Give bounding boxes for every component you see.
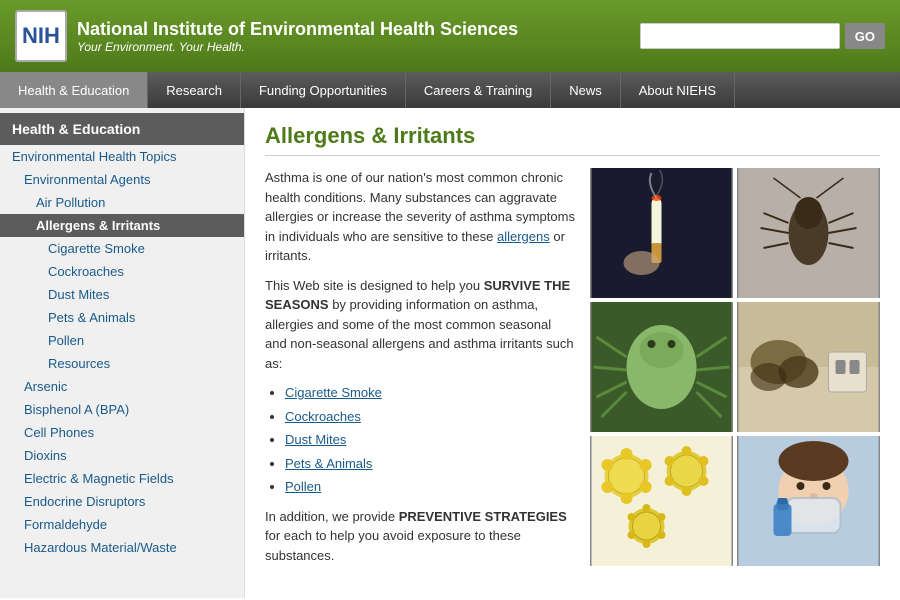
- nav-item-news[interactable]: News: [551, 72, 621, 108]
- sidebar-item-air-pollution[interactable]: Air Pollution: [0, 191, 244, 214]
- image-pollen: [590, 436, 733, 566]
- sidebar-item-cell-phones[interactable]: Cell Phones: [0, 421, 244, 444]
- sidebar-header: Health & Education: [0, 113, 244, 145]
- header-subtitle: Your Environment. Your Health.: [77, 40, 518, 54]
- list-item-pollen: Pollen: [285, 477, 575, 497]
- content-body: Asthma is one of our nation's most commo…: [265, 168, 880, 575]
- outro-paragraph: In addition, we provide PREVENTIVE STRAT…: [265, 507, 575, 566]
- list-item-cockroaches: Cockroaches: [285, 407, 575, 427]
- nav-item-research[interactable]: Research: [148, 72, 241, 108]
- sidebar-item-cigarette-smoke[interactable]: Cigarette Smoke: [0, 237, 244, 260]
- header-title: National Institute of Environmental Heal…: [77, 19, 518, 40]
- link-dust-mites[interactable]: Dust Mites: [285, 432, 346, 447]
- sidebar-item-cockroaches[interactable]: Cockroaches: [0, 260, 244, 283]
- main-nav: Health & Education Research Funding Oppo…: [0, 72, 900, 108]
- sidebar-item-resources[interactable]: Resources: [0, 352, 244, 375]
- nav-item-careers[interactable]: Careers & Training: [406, 72, 551, 108]
- link-pets-animals[interactable]: Pets & Animals: [285, 456, 372, 471]
- sidebar: Health & Education Environmental Health …: [0, 108, 245, 598]
- image-cigarette: [590, 168, 733, 298]
- link-cigarette-smoke[interactable]: Cigarette Smoke: [285, 385, 382, 400]
- content-text: Asthma is one of our nation's most commo…: [265, 168, 575, 575]
- sidebar-item-hazardous[interactable]: Hazardous Material/Waste: [0, 536, 244, 559]
- main-layout: Health & Education Environmental Health …: [0, 108, 900, 598]
- allergen-list: Cigarette Smoke Cockroaches Dust Mites P…: [285, 383, 575, 497]
- sidebar-item-formaldehyde[interactable]: Formaldehyde: [0, 513, 244, 536]
- intro-paragraph: Asthma is one of our nation's most commo…: [265, 168, 575, 266]
- image-dustmite: [590, 302, 733, 432]
- sidebar-item-pets-animals[interactable]: Pets & Animals: [0, 306, 244, 329]
- images-grid: [590, 168, 880, 575]
- nav-item-funding[interactable]: Funding Opportunities: [241, 72, 406, 108]
- list-item-pets: Pets & Animals: [285, 454, 575, 474]
- link-cockroaches[interactable]: Cockroaches: [285, 409, 361, 424]
- allergens-link[interactable]: allergens: [497, 229, 550, 244]
- preventive-bold: PREVENTIVE STRATEGIES: [399, 509, 567, 524]
- sidebar-item-arsenic[interactable]: Arsenic: [0, 375, 244, 398]
- sidebar-item-endocrine[interactable]: Endocrine Disruptors: [0, 490, 244, 513]
- link-pollen[interactable]: Pollen: [285, 479, 321, 494]
- image-mold: [737, 302, 880, 432]
- sidebar-item-env-agents[interactable]: Environmental Agents: [0, 168, 244, 191]
- image-cockroach: [737, 168, 880, 298]
- nih-logo: NIH: [15, 10, 67, 62]
- sidebar-item-bpa[interactable]: Bisphenol A (BPA): [0, 398, 244, 421]
- sidebar-item-emf[interactable]: Electric & Magnetic Fields: [0, 467, 244, 490]
- header: NIH National Institute of Environmental …: [0, 0, 900, 72]
- survive-paragraph: This Web site is designed to help you SU…: [265, 276, 575, 374]
- search-area: GO: [640, 23, 885, 49]
- survive-bold: SURVIVE THE SEASONS: [265, 278, 570, 313]
- sidebar-item-pollen[interactable]: Pollen: [0, 329, 244, 352]
- nav-item-health-education[interactable]: Health & Education: [0, 72, 148, 108]
- content-area: Allergens & Irritants Asthma is one of o…: [245, 108, 900, 598]
- sidebar-item-dust-mites[interactable]: Dust Mites: [0, 283, 244, 306]
- sidebar-item-env-health-topics[interactable]: Environmental Health Topics: [0, 145, 244, 168]
- nav-item-about[interactable]: About NIEHS: [621, 72, 735, 108]
- go-button[interactable]: GO: [845, 23, 885, 49]
- header-text: National Institute of Environmental Heal…: [77, 19, 518, 54]
- image-child-inhaler: [737, 436, 880, 566]
- list-item-dust-mites: Dust Mites: [285, 430, 575, 450]
- header-left: NIH National Institute of Environmental …: [15, 10, 518, 62]
- page-title: Allergens & Irritants: [265, 123, 880, 156]
- sidebar-item-dioxins[interactable]: Dioxins: [0, 444, 244, 467]
- search-input[interactable]: [640, 23, 840, 49]
- list-item-cigarette: Cigarette Smoke: [285, 383, 575, 403]
- sidebar-item-allergens[interactable]: Allergens & Irritants: [0, 214, 244, 237]
